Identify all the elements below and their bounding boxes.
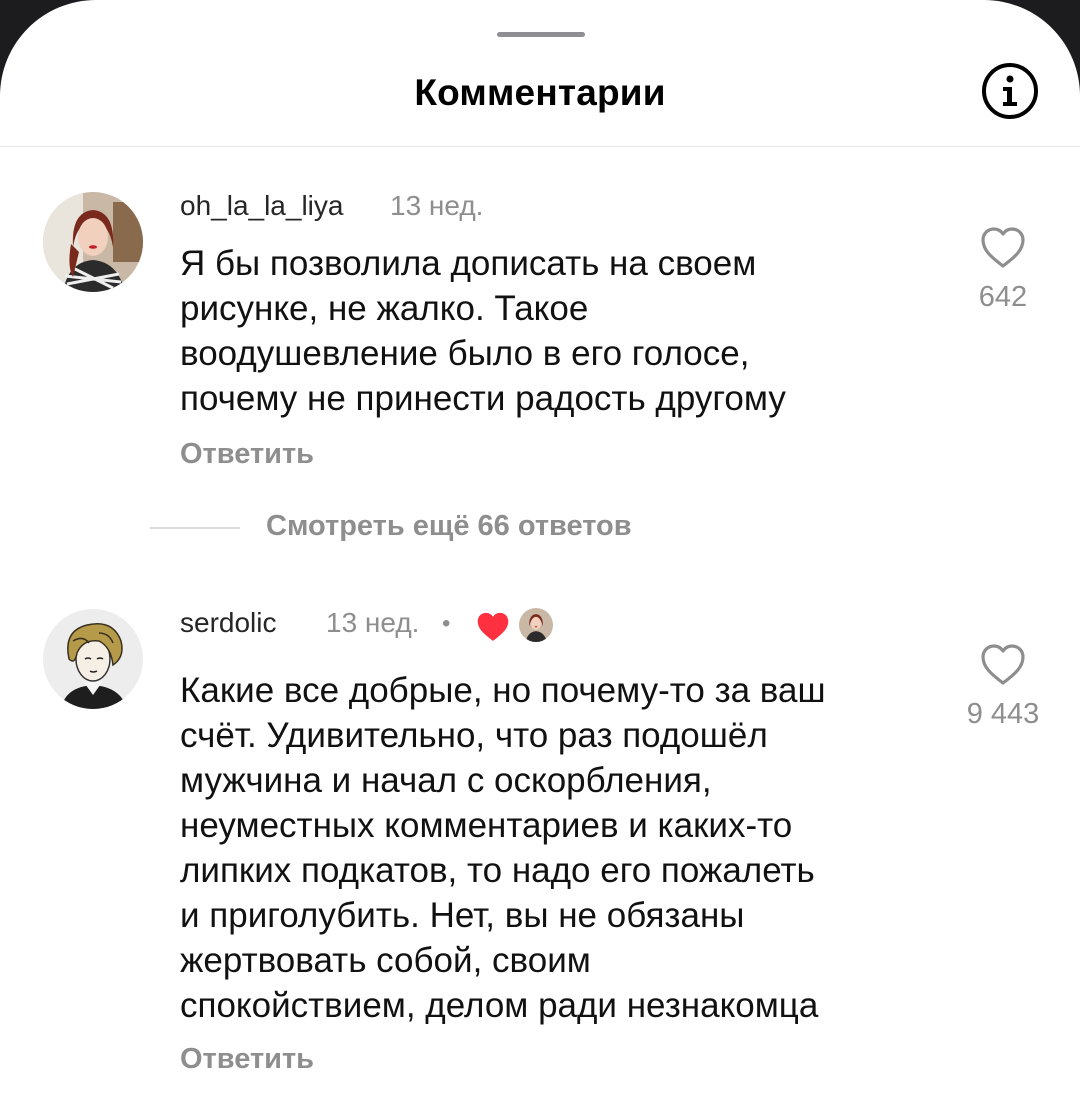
comment-username[interactable]: serdolic [180, 607, 276, 639]
comment-username[interactable]: oh_la_la_liya [180, 190, 343, 222]
avatar[interactable] [43, 609, 143, 709]
header-divider [0, 146, 1080, 147]
author-avatar [519, 608, 553, 642]
view-more-replies-button[interactable]: Смотреть ещё 66 ответов [266, 510, 632, 543]
info-icon [1003, 75, 1017, 106]
heart-icon [477, 612, 509, 641]
like-count: 9 443 [966, 698, 1040, 730]
sheet-grabber[interactable] [497, 32, 585, 37]
author-avatar-photo [519, 608, 553, 642]
reply-button[interactable]: Ответить [180, 438, 314, 471]
comment-time: 13 нед. [326, 607, 420, 638]
avatar-illustration [43, 609, 143, 709]
heart-icon [981, 227, 1025, 268]
view-replies-line [150, 527, 240, 529]
comment-text: Я бы позволила дописать на своем рисунке… [180, 244, 786, 418]
like-button[interactable]: 9 443 [953, 643, 1053, 731]
reply-button[interactable]: Ответить [180, 1043, 314, 1076]
avatar-photo [43, 192, 143, 292]
comments-sheet: Комментарии oh_la_la_liya 13 нед. Я бы п… [0, 0, 1080, 1096]
info-button[interactable] [982, 63, 1038, 119]
separator-dot: • [442, 610, 451, 637]
avatar[interactable] [43, 192, 143, 292]
page-title: Комментарии [414, 72, 666, 113]
like-count: 642 [978, 281, 1028, 313]
heart-icon [981, 644, 1025, 685]
like-button[interactable]: 642 [953, 226, 1053, 314]
comment-text: Какие все добрые, но почему-то за ваш сч… [180, 671, 826, 1025]
comment-time: 13 нед. [390, 190, 484, 221]
